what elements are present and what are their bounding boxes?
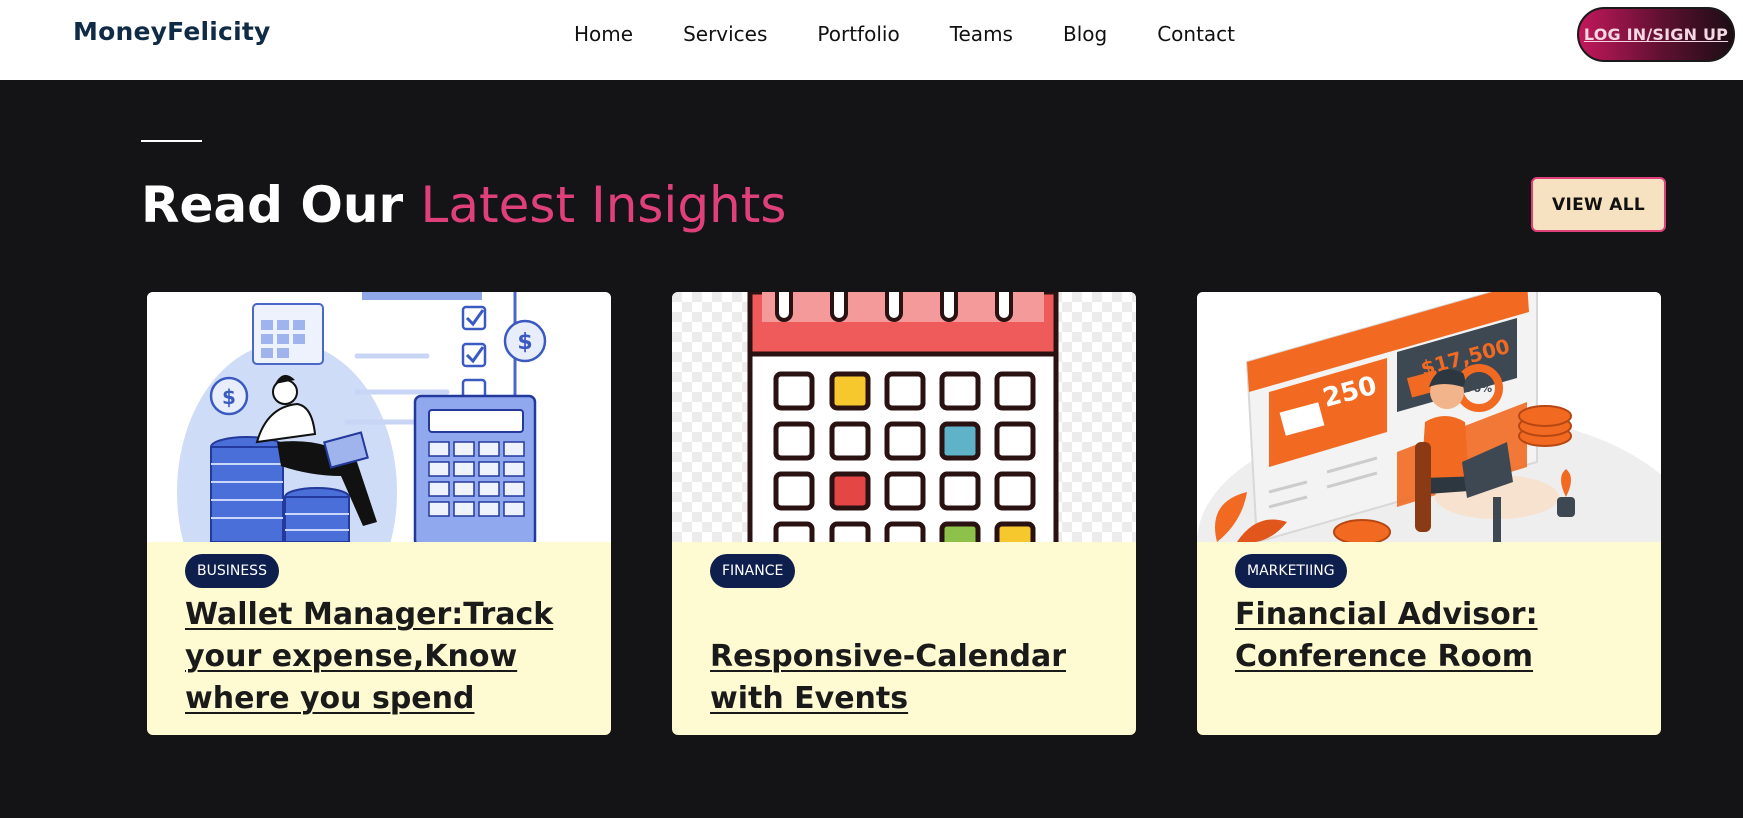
nav-blog[interactable]: Blog: [1063, 20, 1107, 48]
section-title-accent: Latest Insights: [420, 176, 787, 234]
section-title: Read Our Latest Insights: [141, 174, 786, 236]
login-signup-button[interactable]: LOG IN/SIGN UP: [1577, 7, 1735, 62]
svg-text:70%: 70%: [1466, 382, 1492, 395]
card-title-link[interactable]: Wallet Manager:Track your expense,Know w…: [185, 594, 585, 720]
category-badge[interactable]: BUSINESS: [185, 554, 279, 588]
nav-teams[interactable]: Teams: [950, 20, 1013, 48]
nav-services[interactable]: Services: [683, 20, 767, 48]
section-title-plain: Read Our: [141, 176, 421, 234]
heading-divider: [141, 140, 202, 142]
blog-card[interactable]: FINANCE Responsive-Calendar with Events: [672, 292, 1136, 735]
nav-contact[interactable]: Contact: [1157, 20, 1235, 48]
finance-illustration-icon[interactable]: $ $: [147, 292, 611, 542]
advisor-illustration-icon[interactable]: 250 $17,500 70%: [1197, 292, 1661, 542]
svg-text:$: $: [517, 330, 532, 355]
card-title-link[interactable]: Responsive-Calendar with Events: [710, 636, 1110, 720]
brand-logo[interactable]: MoneyFelicity: [73, 17, 271, 46]
category-badge[interactable]: MARKETIING: [1235, 554, 1347, 588]
calendar-illustration-icon[interactable]: [672, 292, 1136, 542]
view-all-button[interactable]: VIEW ALL: [1531, 177, 1666, 232]
nav-home[interactable]: Home: [574, 20, 633, 48]
nav-portfolio[interactable]: Portfolio: [817, 20, 899, 48]
blog-card[interactable]: $ $ BUSINESS Wallet Manager:Track your e…: [147, 292, 611, 735]
blog-card[interactable]: 250 $17,500 70% MARKETIING Financial Adv…: [1197, 292, 1661, 735]
category-badge[interactable]: FINANCE: [710, 554, 796, 588]
svg-text:$: $: [222, 385, 236, 409]
top-navbar: MoneyFelicity Home Services Portfolio Te…: [0, 0, 1743, 80]
main-nav: Home Services Portfolio Teams Blog Conta…: [574, 20, 1285, 48]
card-title-link[interactable]: Financial Advisor: Conference Room: [1235, 594, 1635, 678]
